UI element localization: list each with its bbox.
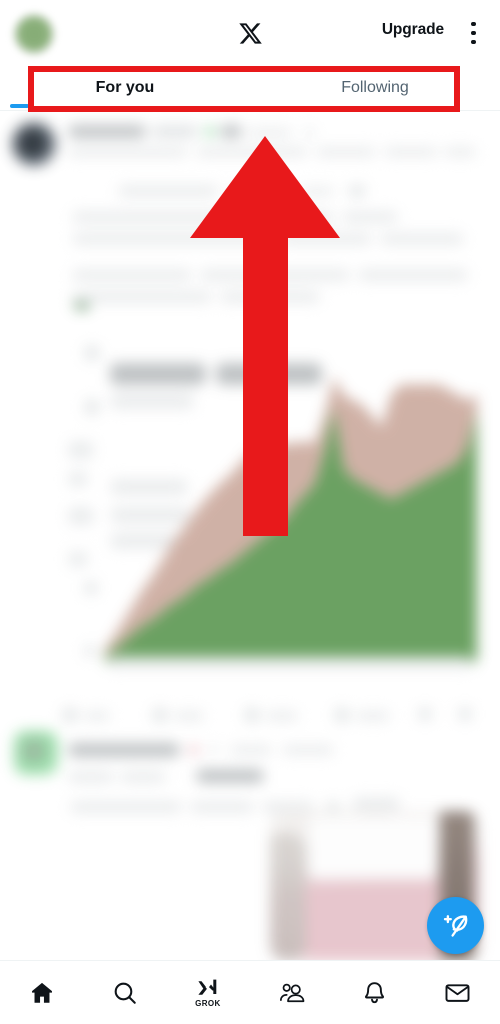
tab-for-you-label: For you <box>95 78 155 96</box>
tab-following-label: Following <box>341 78 409 96</box>
grok-icon <box>198 979 217 995</box>
bottom-navigation-bar: GROK <box>0 960 500 1024</box>
stacked-area-chart-image <box>105 374 477 662</box>
nav-grok-label: GROK <box>195 998 221 1008</box>
notifications-bell-icon <box>365 981 385 1003</box>
communities-icon <box>279 983 305 1002</box>
profile-avatar[interactable] <box>12 12 56 56</box>
tab-active-indicator <box>10 104 29 108</box>
tab-following[interactable]: Following <box>250 66 500 109</box>
blurred-feed-content <box>0 111 500 960</box>
post-avatar-dark <box>12 122 56 166</box>
compose-post-button[interactable] <box>427 897 484 954</box>
nav-messages[interactable] <box>416 961 500 1024</box>
search-icon <box>114 982 136 1004</box>
nav-grok[interactable]: GROK <box>166 961 249 1024</box>
home-icon <box>31 982 52 1003</box>
post-avatar-green <box>14 731 58 775</box>
more-vertical-icon[interactable] <box>471 22 476 44</box>
upgrade-button[interactable]: Upgrade <box>382 22 444 38</box>
feed-tab-bar: For you Following <box>0 66 500 109</box>
app-header: Upgrade <box>0 0 500 66</box>
nav-notifications[interactable] <box>334 961 416 1024</box>
timeline-feed[interactable] <box>0 111 500 960</box>
compose-post-icon <box>443 914 467 937</box>
nav-search[interactable] <box>83 961 166 1024</box>
nav-communities[interactable] <box>249 961 333 1024</box>
messages-envelope-icon <box>445 983 470 1002</box>
x-app-screen: Upgrade For you Following GROK <box>0 0 500 1024</box>
nav-home[interactable] <box>0 961 83 1024</box>
tab-for-you[interactable]: For you <box>0 66 250 109</box>
